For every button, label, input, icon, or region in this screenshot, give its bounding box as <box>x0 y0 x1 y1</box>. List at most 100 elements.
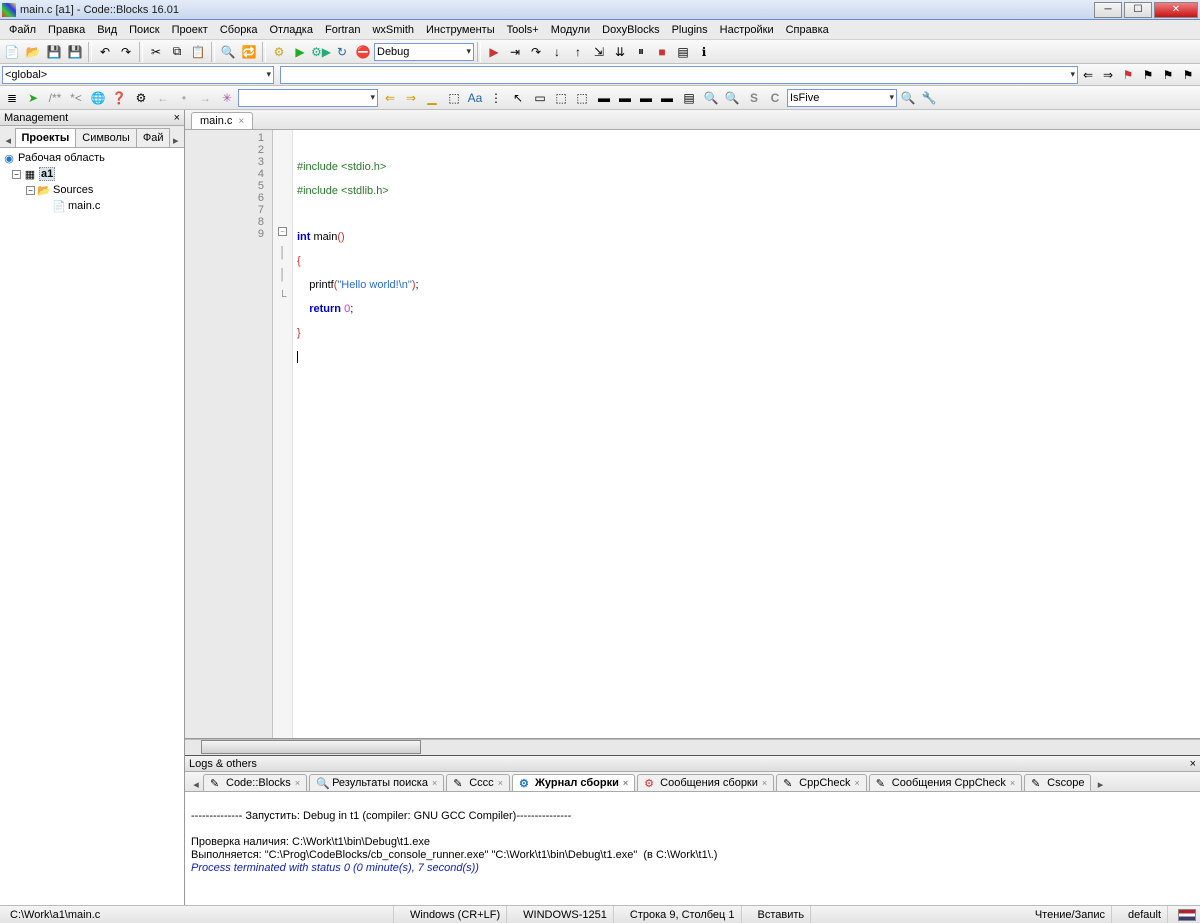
tab-projects[interactable]: Проекты <box>15 128 77 147</box>
regex-icon[interactable]: ✳ <box>217 88 237 108</box>
logtab-codeblocks[interactable]: ✎Code::Blocks× <box>203 774 307 791</box>
debug-next-line-icon[interactable]: ↷ <box>526 42 546 62</box>
symbol-select[interactable] <box>280 66 1078 84</box>
bookmark-next-icon[interactable]: ⚑ <box>1158 65 1178 85</box>
menu-tools[interactable]: Инструменты <box>421 22 500 38</box>
rebuild-icon[interactable]: ↻ <box>332 42 352 62</box>
keyboard-layout-icon[interactable] <box>1178 909 1196 921</box>
toggle-header-icon[interactable]: ⬚ <box>572 88 592 108</box>
tab-symbols[interactable]: Символы <box>75 128 137 147</box>
menu-plugins[interactable]: Plugins <box>667 22 713 38</box>
source-c-icon[interactable]: C <box>765 88 785 108</box>
zoom-in-icon[interactable]: 🔍 <box>701 88 721 108</box>
debug-next-instr-icon[interactable]: ⇲ <box>589 42 609 62</box>
scope-select[interactable]: <global> <box>2 66 274 84</box>
management-tab-right-icon[interactable]: ▸ <box>169 134 182 147</box>
logs-close-icon[interactable]: × <box>1190 758 1196 770</box>
match-select[interactable]: IsFive <box>787 89 897 107</box>
next-icon[interactable]: ⇒ <box>401 88 421 108</box>
menu-toolsplus[interactable]: Tools+ <box>502 22 544 38</box>
code-editor[interactable]: 123456789 − ││└ #include <stdio.h> #incl… <box>185 130 1200 739</box>
tree-project[interactable]: − ▦ a1 <box>2 166 182 182</box>
logtab-cscope[interactable]: ✎Cscope <box>1024 774 1091 791</box>
build-run-icon[interactable]: ⚙▶ <box>311 42 331 62</box>
menu-modules[interactable]: Модули <box>546 22 595 38</box>
debug-step-instr-icon[interactable]: ⇊ <box>610 42 630 62</box>
build-icon[interactable]: ⚙ <box>269 42 289 62</box>
options-icon[interactable]: ⋮ <box>486 88 506 108</box>
comment-block-icon[interactable]: /** <box>45 88 65 108</box>
toggle-source-icon[interactable]: ⬚ <box>551 88 571 108</box>
close-icon[interactable]: × <box>623 778 628 788</box>
logs-tab-right-icon[interactable]: ▸ <box>1093 778 1107 791</box>
jump-fwd-icon[interactable]: → <box>195 88 215 108</box>
nav-fwd-icon[interactable]: ⇒ <box>1098 65 1118 85</box>
source-s-icon[interactable]: S <box>744 88 764 108</box>
menu-view[interactable]: Вид <box>92 22 122 38</box>
jump-mark-icon[interactable]: • <box>174 88 194 108</box>
menu-project[interactable]: Проект <box>167 22 213 38</box>
win3-icon[interactable]: ▬ <box>636 88 656 108</box>
logtab-build-messages[interactable]: ⚙Сообщения сборки× <box>637 774 774 791</box>
search-go-icon[interactable]: 🔍 <box>898 88 918 108</box>
tree-sources[interactable]: − 📂 Sources <box>2 182 182 198</box>
tree-file-mainc[interactable]: 📄 main.c <box>2 198 182 214</box>
debug-info-icon[interactable]: ℹ <box>694 42 714 62</box>
debug-step-into-icon[interactable]: ↓ <box>547 42 567 62</box>
selected-text-icon[interactable]: ⬚ <box>444 88 464 108</box>
logs-tab-left-icon[interactable]: ◂ <box>189 778 203 791</box>
tree-workspace[interactable]: ◉ Рабочая область <box>2 150 182 166</box>
bookmark-flag-icon[interactable]: ⚑ <box>1118 65 1138 85</box>
editor-tab-close-icon[interactable]: × <box>238 116 244 127</box>
menu-settings[interactable]: Настройки <box>715 22 779 38</box>
menu-fortran[interactable]: Fortran <box>320 22 365 38</box>
menu-doxyblocks[interactable]: DoxyBlocks <box>597 22 664 38</box>
nav-back-icon[interactable]: ⇐ <box>1078 65 1098 85</box>
doxy-run-icon[interactable]: ≣ <box>2 88 22 108</box>
management-tab-left-icon[interactable]: ◂ <box>2 134 15 147</box>
close-icon[interactable]: × <box>1010 778 1015 788</box>
highlight-icon[interactable]: ▁ <box>422 88 442 108</box>
debug-step-out-icon[interactable]: ↑ <box>568 42 588 62</box>
close-icon[interactable]: × <box>498 778 503 788</box>
replace-icon[interactable]: 🔁 <box>239 42 259 62</box>
logtab-cccc[interactable]: ✎Cccc× <box>446 774 510 791</box>
menu-edit[interactable]: Правка <box>43 22 90 38</box>
code-content[interactable]: #include <stdio.h> #include <stdlib.h> i… <box>293 130 1200 738</box>
close-icon[interactable]: × <box>432 778 437 788</box>
settings-wrench-icon[interactable]: 🔧 <box>919 88 939 108</box>
maximize-button[interactable]: ☐ <box>1124 2 1152 18</box>
copy-icon[interactable]: ⧉ <box>167 42 187 62</box>
fold-icon[interactable]: − <box>278 227 287 236</box>
new-file-icon[interactable]: 📄 <box>2 42 22 62</box>
menu-debug[interactable]: Отладка <box>265 22 318 38</box>
minimize-button[interactable]: ─ <box>1094 2 1122 18</box>
expand-icon[interactable]: − <box>26 186 35 195</box>
debug-break-icon[interactable]: ⏸ <box>631 42 651 62</box>
cursor-icon[interactable]: ↖ <box>508 88 528 108</box>
management-close-icon[interactable]: × <box>174 112 180 124</box>
close-icon[interactable]: × <box>295 778 300 788</box>
logtab-cppcheck[interactable]: ✎CppCheck× <box>776 774 867 791</box>
select-icon[interactable]: ▭ <box>530 88 550 108</box>
jump-back-icon[interactable]: ← <box>153 88 173 108</box>
prev-icon[interactable]: ⇐ <box>380 88 400 108</box>
run-icon[interactable]: ▶ <box>290 42 310 62</box>
doxy-html-icon[interactable]: 🌐 <box>88 88 108 108</box>
abbrev-icon[interactable]: ▤ <box>679 88 699 108</box>
find-icon[interactable]: 🔍 <box>218 42 238 62</box>
expand-icon[interactable]: − <box>12 170 21 179</box>
logs-body[interactable]: -------------- Запустить: Debug in t1 (c… <box>185 792 1200 905</box>
win1-icon[interactable]: ▬ <box>594 88 614 108</box>
zoom-out-icon[interactable]: 🔍 <box>722 88 742 108</box>
match-case-icon[interactable]: Aa <box>465 88 485 108</box>
undo-icon[interactable]: ↶ <box>95 42 115 62</box>
build-target-select[interactable]: Debug <box>374 43 474 61</box>
menu-file[interactable]: Файл <box>4 22 41 38</box>
open-file-icon[interactable]: 📂 <box>23 42 43 62</box>
doxy-config-icon[interactable]: ⚙ <box>131 88 151 108</box>
bookmark-prev-icon[interactable]: ⚑ <box>1138 65 1158 85</box>
menu-wxsmith[interactable]: wxSmith <box>367 22 419 38</box>
debug-start-icon[interactable]: ▶ <box>484 42 504 62</box>
doxy-chm-icon[interactable]: ❓ <box>109 88 129 108</box>
